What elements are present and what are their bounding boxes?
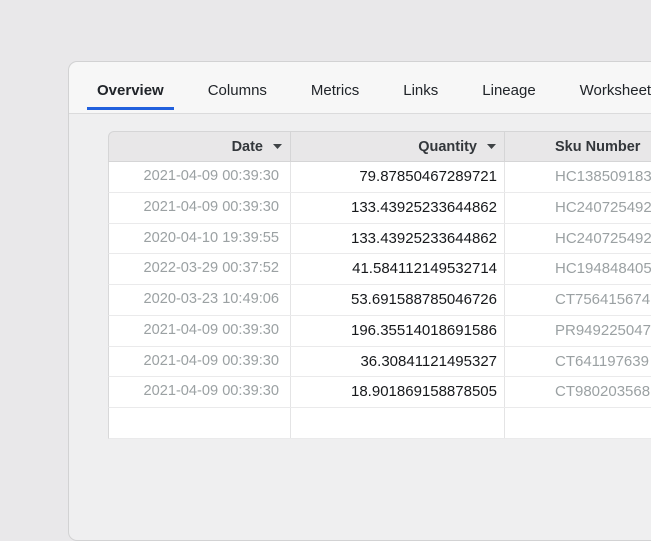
cell-sku: HC240725492 xyxy=(504,223,651,254)
tab-label: Metrics xyxy=(310,82,360,99)
table-header-row: Date Quantity Sku Number xyxy=(108,131,651,162)
table-row: 2021-04-09 00:39:30 79.87850467289721 HC… xyxy=(108,162,651,193)
table-row: 2021-04-09 00:39:30 196.35514018691586 P… xyxy=(108,315,651,347)
tab-label: Worksheets xyxy=(579,82,651,99)
cell-sku: HC138509183 xyxy=(504,162,651,192)
sort-caret-icon xyxy=(273,144,282,149)
cell-sku: CT641197639 xyxy=(504,346,651,377)
tab-overview[interactable]: Overview xyxy=(87,62,174,110)
cell-quantity: 133.43925233644862 xyxy=(290,192,504,223)
tab-label: Lineage xyxy=(482,82,536,99)
document-panel: Overview Columns Metrics Links Lineage W… xyxy=(68,61,651,541)
column-header-label: Sku Number xyxy=(555,138,641,155)
cell-date: 2022-03-29 00:37:52 xyxy=(143,260,279,277)
table-row: 2021-04-09 00:39:30 133.43925233644862 H… xyxy=(108,192,651,224)
cell-date: 2021-04-09 00:39:30 xyxy=(143,168,279,184)
app-background: { "accent_color": "#2160dd", "tabs": [ {… xyxy=(0,0,651,541)
column-header-label: Quantity xyxy=(418,138,477,155)
tab-label: Links xyxy=(403,82,439,99)
cell-date: 2021-04-09 00:39:30 xyxy=(143,321,279,338)
data-preview-table: Date Quantity Sku Number 2021-04-09 00:3… xyxy=(108,131,651,439)
cell-date: 2021-04-09 00:39:30 xyxy=(143,352,279,369)
tab-metrics[interactable]: Metrics xyxy=(301,62,369,110)
cell-date: 2021-04-09 00:39:30 xyxy=(143,198,279,215)
cell-sku: PR949225047 xyxy=(504,315,651,346)
column-header-quantity[interactable]: Quantity xyxy=(290,132,504,161)
cell-sku: CT756415674 xyxy=(504,285,651,315)
cell-quantity: 196.35514018691586 xyxy=(290,315,504,346)
table-row: 2022-03-29 00:37:52 41.584112149532714 H… xyxy=(108,254,651,285)
cell-quantity: 79.87850467289721 xyxy=(290,162,504,192)
cell-sku: HC194848405 xyxy=(504,254,651,284)
cell-quantity: 36.30841121495327 xyxy=(290,346,504,377)
cell-date: 2020-03-23 10:49:06 xyxy=(143,291,279,307)
tab-label: Overview xyxy=(97,82,164,99)
column-header-date[interactable]: Date xyxy=(109,132,290,161)
cell-sku: CT980203568 xyxy=(504,377,651,407)
table-row: 2020-04-10 19:39:55 133.43925233644862 H… xyxy=(108,223,651,255)
tab-lineage[interactable]: Lineage xyxy=(472,62,545,110)
cell-sku: HC240725492 xyxy=(504,192,651,223)
column-header-label: Date xyxy=(231,138,263,155)
cell-quantity: 41.584112149532714 xyxy=(290,254,504,284)
tab-columns[interactable]: Columns xyxy=(198,62,277,110)
table-row: 2020-03-23 10:49:06 53.691588785046726 C… xyxy=(108,285,651,316)
tab-links[interactable]: Links xyxy=(393,62,448,110)
cell-quantity: 18.901869158878505 xyxy=(290,377,504,407)
table-row-partial xyxy=(108,408,651,439)
tab-worksheets[interactable]: Worksheets xyxy=(570,62,651,110)
sort-caret-icon xyxy=(487,144,496,149)
column-header-sku-number[interactable]: Sku Number xyxy=(504,132,651,161)
cell-quantity: 133.43925233644862 xyxy=(290,223,504,254)
table-row: 2021-04-09 00:39:30 36.30841121495327 CT… xyxy=(108,346,651,378)
cell-date: 2021-04-09 00:39:30 xyxy=(143,383,279,400)
tab-label: Columns xyxy=(207,82,267,99)
cell-quantity: 53.691588785046726 xyxy=(290,285,504,315)
table-row: 2021-04-09 00:39:30 18.901869158878505 C… xyxy=(108,377,651,408)
tab-bar: Overview Columns Metrics Links Lineage W… xyxy=(69,62,651,114)
cell-date: 2020-04-10 19:39:55 xyxy=(143,229,279,246)
